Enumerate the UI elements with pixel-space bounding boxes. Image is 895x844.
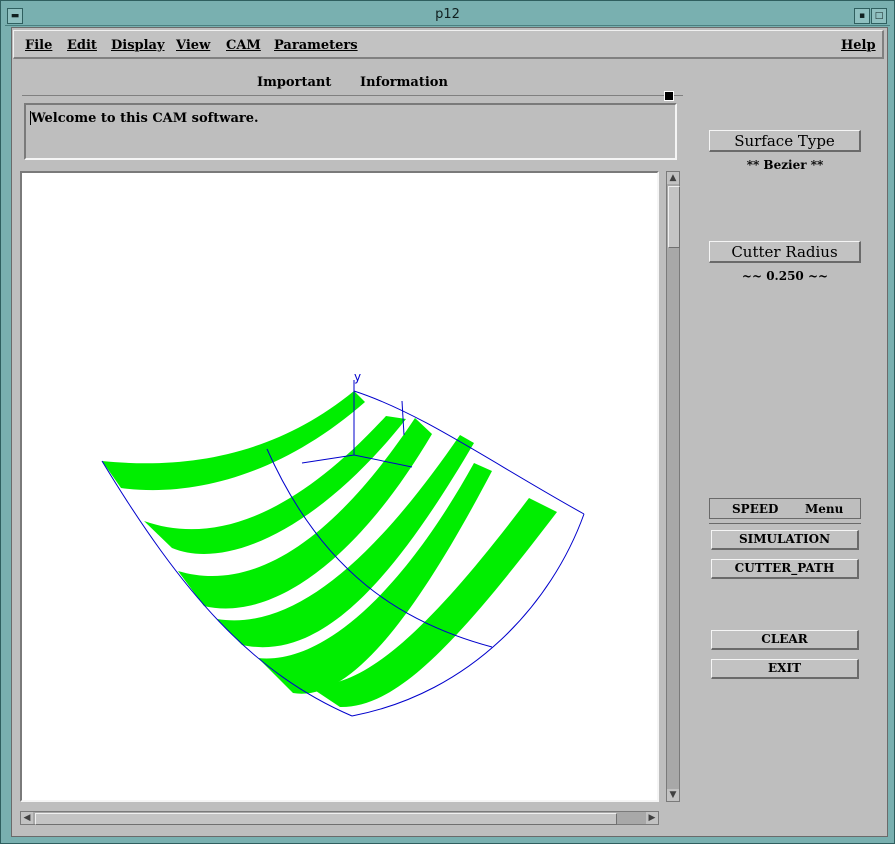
pane-sash-handle[interactable] [664,91,674,101]
menu-parameters[interactable]: Parameters [274,38,358,53]
pane-divider [22,95,683,96]
wire-line [401,400,405,436]
speed-label: SPEED [732,502,779,516]
cutter-radius-value: ~~ 0.250 ~~ [741,269,829,283]
title-bar[interactable]: ▬ p12 ▪ □ [5,5,890,26]
maximize-icon[interactable]: □ [871,8,887,24]
main-window: File Edit Display View CAM Parameters He… [11,27,888,837]
surface-type-button[interactable]: Surface Type [709,130,861,152]
menu-view[interactable]: View [176,38,210,53]
welcome-message: Welcome to this CAM software. [31,111,259,126]
simulation-button[interactable]: SIMULATION [711,530,859,550]
information-label: Information [360,75,448,90]
scroll-left-icon[interactable]: ◀ [21,812,33,824]
window-title: p12 [435,7,460,22]
surface-type-value: ** Bezier ** [746,158,824,172]
minimize-icon[interactable]: ▪ [854,8,870,24]
message-area[interactable]: Welcome to this CAM software. [24,103,677,160]
graphics-viewport[interactable]: y [20,171,659,802]
vertical-scrollbar[interactable]: ▲ ▼ [666,171,680,802]
y-axis-label: y [354,370,361,384]
horizontal-scroll-thumb[interactable] [35,813,617,825]
important-label: Important [257,75,332,90]
horizontal-scrollbar[interactable]: ◀ ▶ [20,811,659,825]
menu-label: Menu [805,502,844,516]
speed-menu[interactable]: SPEED Menu [709,498,861,519]
menu-bar: File Edit Display View CAM Parameters He… [13,30,884,59]
cutter-path-button[interactable]: CUTTER_PATH [711,559,859,579]
exit-button[interactable]: EXIT [711,659,859,679]
vertical-scroll-thumb[interactable] [668,186,680,248]
menu-file[interactable]: File [25,38,52,53]
window-frame: ▬ p12 ▪ □ File Edit Display View CAM Par… [0,0,895,844]
scroll-down-icon[interactable]: ▼ [667,789,679,801]
speed-divider [709,523,861,524]
surface-render: y [101,370,585,717]
scroll-right-icon[interactable]: ▶ [646,812,658,824]
menu-display[interactable]: Display [111,38,165,53]
clear-button[interactable]: CLEAR [711,630,859,650]
menu-edit[interactable]: Edit [67,38,97,53]
menu-help[interactable]: Help [841,38,876,53]
menu-cam[interactable]: CAM [226,38,261,53]
scroll-up-icon[interactable]: ▲ [667,172,679,184]
cutter-radius-button[interactable]: Cutter Radius [709,241,861,263]
